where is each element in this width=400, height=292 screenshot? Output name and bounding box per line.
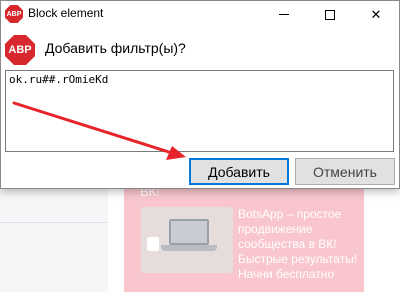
prompt-text: Добавить фильтр(ы)?: [45, 40, 186, 56]
cancel-button[interactable]: Отменить: [295, 158, 395, 185]
ad-image-mug: [147, 237, 159, 251]
ad-image[interactable]: [141, 207, 233, 273]
minimize-icon: [279, 14, 289, 15]
block-element-dialog: ABP Block element ✕ ABP Добавить фильтр(…: [0, 0, 400, 189]
window-title: Block element: [28, 6, 104, 20]
ad-image-laptop-screen: [169, 219, 209, 245]
abp-logo-icon: ABP: [5, 5, 23, 23]
ad-image-laptop-base: [161, 245, 217, 251]
maximize-icon: [325, 9, 335, 20]
filter-textarea[interactable]: [5, 70, 394, 152]
abp-logo-icon: ABP: [5, 35, 35, 65]
close-icon: ✕: [370, 6, 382, 22]
background-divider: [0, 222, 108, 223]
titlebar[interactable]: ABP Block element ✕: [1, 1, 399, 28]
minimize-button[interactable]: [261, 1, 307, 28]
close-button[interactable]: ✕: [353, 1, 399, 28]
background-sidebar: [0, 188, 108, 292]
maximize-button[interactable]: [307, 1, 353, 28]
add-button[interactable]: Добавить: [189, 158, 289, 185]
ad-text[interactable]: BotsApp – простое продвижение сообщества…: [238, 207, 362, 282]
